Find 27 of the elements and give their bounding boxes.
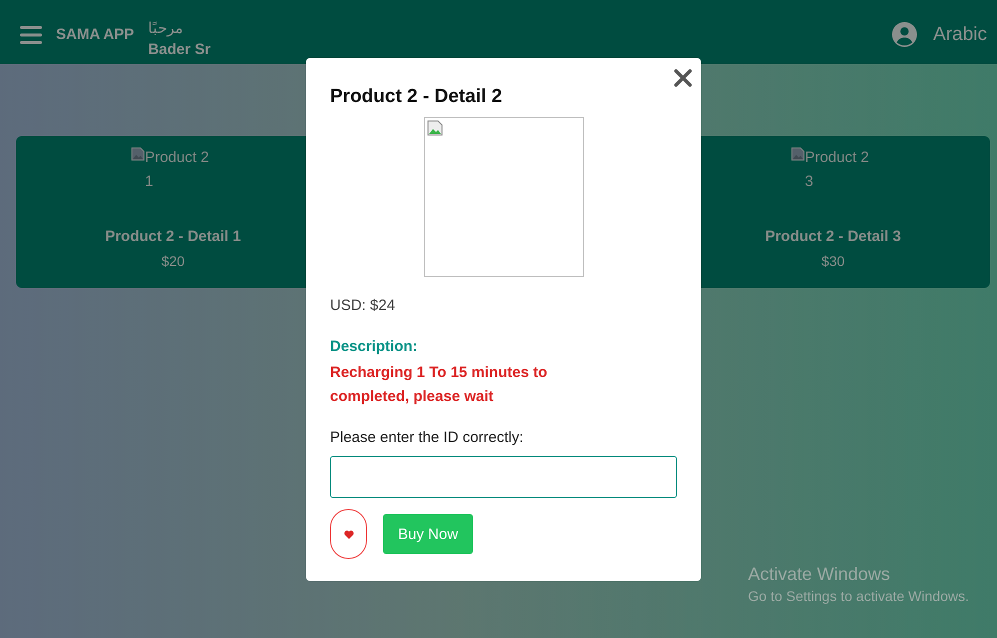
activation-subtitle: Go to Settings to activate Windows. (748, 588, 969, 604)
product-price: $20 (161, 253, 185, 269)
price-text: USD: $24 (330, 297, 396, 314)
activation-title: Activate Windows (748, 564, 892, 585)
product-name: Product 2 - Detail 1 (105, 228, 241, 245)
id-label: Please enter the ID correctly: (330, 429, 524, 446)
app-name: SAMA APP (56, 25, 134, 45)
image-alt-text: Product 2 3 (804, 148, 870, 192)
close-button[interactable] (673, 68, 693, 88)
image-alt-text: Product 2 1 (144, 148, 210, 192)
favorite-button[interactable] (330, 509, 367, 559)
dialog-title: Product 2 - Detail 2 (330, 86, 504, 108)
user-icon[interactable] (892, 22, 918, 47)
buy-now-button[interactable]: Buy Now (383, 514, 474, 554)
product-name: Product 2 - Detail 3 (765, 228, 901, 245)
menu-icon[interactable] (20, 26, 42, 44)
description-text: Recharging 1 To 15 minutes to completed, please wait (330, 363, 548, 407)
greeting-text: مرحبًا (148, 19, 184, 39)
id-input-field[interactable] (330, 456, 677, 498)
language-link[interactable]: Arabic (933, 24, 987, 46)
user-name: Bader Sr (148, 40, 211, 60)
broken-image-icon (426, 120, 442, 136)
description-label: Description: (330, 338, 419, 355)
heart-icon (344, 530, 354, 538)
product-price: $30 (821, 253, 845, 269)
broken-image-icon (131, 146, 145, 162)
broken-image-icon (791, 146, 805, 162)
